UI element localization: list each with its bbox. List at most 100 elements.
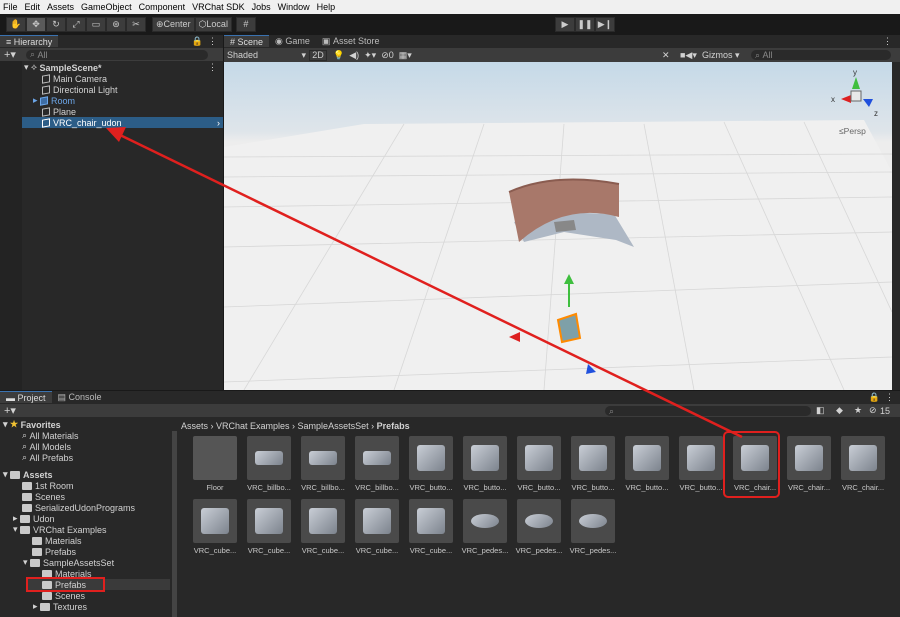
pivot-center-button[interactable]: ⊕ Center [152, 16, 195, 32]
grid-toggle-icon[interactable]: ▦▾ [399, 50, 412, 61]
rotate-tool-button[interactable]: ↻ [46, 16, 66, 32]
scene-row[interactable]: ▾ ⟡ SampleScene* ⋮ [24, 62, 223, 73]
asset-tile[interactable] [247, 436, 291, 480]
menu-vrchat-sdk[interactable]: VRChat SDK [192, 2, 245, 12]
transform-tool-button[interactable]: ⊛ [106, 16, 126, 32]
play-button[interactable]: ▶ [555, 16, 575, 32]
tab-console[interactable]: ▤ Console [52, 391, 108, 403]
grid-snap-button[interactable]: # [235, 16, 256, 32]
asset-tile[interactable] [301, 499, 345, 543]
tab-asset-store[interactable]: ▣ Asset Store [316, 35, 386, 47]
breadcrumb-item[interactable]: VRChat Examples [216, 421, 290, 431]
asset-tile[interactable] [193, 499, 237, 543]
filter-label-icon[interactable]: ◆ [836, 405, 843, 416]
more-icon[interactable]: ⋮ [885, 392, 894, 403]
favorite-all-prefabs[interactable]: ⌕ All Prefabs [22, 452, 73, 463]
tree-scrollbar[interactable] [172, 431, 177, 617]
pivot-local-button[interactable]: ⬡ Local [194, 16, 232, 32]
tree-item-textures[interactable]: ▸ Textures [33, 601, 87, 612]
menu-window[interactable]: Window [278, 2, 310, 12]
orientation-gizmo[interactable]: y x z ≤Persp [829, 67, 884, 137]
favorites-row[interactable]: ▾ ★ Favorites [3, 419, 61, 430]
asset-tile[interactable] [625, 436, 669, 480]
asset-tile[interactable] [193, 436, 237, 480]
scene-viewport[interactable]: y x z ≤Persp [224, 62, 892, 390]
asset-tile[interactable] [463, 499, 507, 543]
add-icon[interactable]: +▾ [4, 404, 16, 417]
hierarchy-item-vrc-chair-udon[interactable]: VRC_chair_udon › [22, 117, 223, 128]
tree-item-scenes[interactable]: Scenes [22, 491, 65, 502]
asset-tile[interactable] [409, 436, 453, 480]
menu-gameobject[interactable]: GameObject [81, 2, 132, 12]
asset-tile[interactable] [463, 436, 507, 480]
perspective-toggle[interactable]: ≤Persp [839, 126, 866, 136]
rect-tool-button[interactable]: ▭ [86, 16, 106, 32]
add-icon[interactable]: +▾ [4, 48, 16, 61]
tree-item-1st-room[interactable]: 1st Room [22, 480, 74, 491]
gizmos-dropdown[interactable]: Gizmos ▾ [702, 50, 740, 61]
asset-tile[interactable] [571, 436, 615, 480]
tree-item-materials[interactable]: Materials [32, 535, 82, 546]
menu-file[interactable]: File [3, 2, 18, 12]
favorite-all-models[interactable]: ⌕ All Models [22, 441, 71, 452]
asset-tile[interactable] [517, 499, 561, 543]
asset-tile[interactable] [571, 499, 615, 543]
tab-game[interactable]: ◉ Game [269, 35, 316, 47]
menu-help[interactable]: Help [317, 2, 336, 12]
tab-project[interactable]: ▬ Project [0, 391, 52, 403]
favorite-icon[interactable]: ★ [854, 405, 862, 416]
asset-tile[interactable] [355, 499, 399, 543]
tab-hierarchy[interactable]: ≡ Hierarchy [0, 35, 59, 47]
hierarchy-item-directional-light[interactable]: Directional Light [42, 84, 118, 95]
toggle-2d-button[interactable]: 2D [309, 49, 327, 61]
pause-button[interactable]: ❚❚ [575, 16, 595, 32]
tree-item-udon[interactable]: ▸ Udon [13, 513, 55, 524]
asset-tile[interactable] [787, 436, 831, 480]
asset-tile[interactable] [409, 499, 453, 543]
asset-tile[interactable] [517, 436, 561, 480]
project-search-input[interactable]: ⌕ [605, 405, 811, 416]
hierarchy-item-room[interactable]: ▸ Room [33, 95, 75, 106]
breadcrumb-item[interactable]: Assets [181, 421, 208, 431]
tree-item-vrchat-examples[interactable]: ▾ VRChat Examples [13, 524, 107, 535]
filter-type-icon[interactable]: ◧ [816, 405, 825, 416]
hand-tool-button[interactable]: ✋ [6, 16, 26, 32]
scale-tool-button[interactable]: ⤢ [66, 16, 86, 32]
asset-tile[interactable] [841, 436, 885, 480]
tree-item-prefabs[interactable]: Prefabs [32, 546, 76, 557]
hidden-packages-icon[interactable]: ⊘ [869, 405, 877, 416]
tree-item-serialized-udon[interactable]: SerializedUdonPrograms [22, 502, 135, 513]
effects-icon[interactable]: ✦▾ [364, 50, 376, 61]
menu-jobs[interactable]: Jobs [252, 2, 271, 12]
lock-icon[interactable]: 🔒 [869, 392, 880, 403]
asset-tile[interactable] [679, 436, 723, 480]
asset-tile[interactable] [355, 436, 399, 480]
menu-assets[interactable]: Assets [47, 2, 74, 12]
move-tool-button[interactable]: ✥ [26, 16, 46, 32]
tree-item-sample-assets-set[interactable]: ▾ SampleAssetsSet [23, 557, 114, 568]
breadcrumb-item[interactable]: SampleAssetsSet [298, 421, 369, 431]
hierarchy-item-plane[interactable]: Plane [42, 106, 76, 117]
custom-tool-button[interactable]: ✂ [126, 16, 146, 32]
scene-search-input[interactable]: ⌕ All [751, 50, 891, 60]
lock-icon[interactable]: 🔒 [192, 36, 203, 47]
lighting-icon[interactable]: 💡 [333, 50, 344, 61]
more-icon[interactable]: ⋮ [883, 36, 892, 47]
asset-tile[interactable] [301, 436, 345, 480]
hierarchy-item-main-camera[interactable]: Main Camera [42, 73, 107, 84]
shading-mode-dropdown[interactable]: Shaded ▾ [224, 50, 306, 61]
favorite-all-materials[interactable]: ⌕ All Materials [22, 430, 79, 441]
menu-component[interactable]: Component [139, 2, 186, 12]
scene-more-icon[interactable]: ⋮ [208, 62, 217, 73]
tools-icon[interactable]: ✕ [662, 50, 670, 61]
camera-icon[interactable]: ■◀▾ [680, 50, 697, 61]
more-icon[interactable]: ⋮ [208, 36, 217, 47]
hidden-objects-icon[interactable]: ⊘ [381, 50, 389, 61]
step-button[interactable]: ▶❙ [595, 16, 615, 32]
hierarchy-search-input[interactable]: ⌕ All [25, 49, 208, 60]
audio-icon[interactable]: ◀) [349, 50, 359, 61]
tab-scene[interactable]: # Scene [224, 35, 270, 47]
menu-edit[interactable]: Edit [25, 2, 41, 12]
assets-row[interactable]: ▾ Assets [3, 469, 53, 480]
asset-tile[interactable] [247, 499, 291, 543]
